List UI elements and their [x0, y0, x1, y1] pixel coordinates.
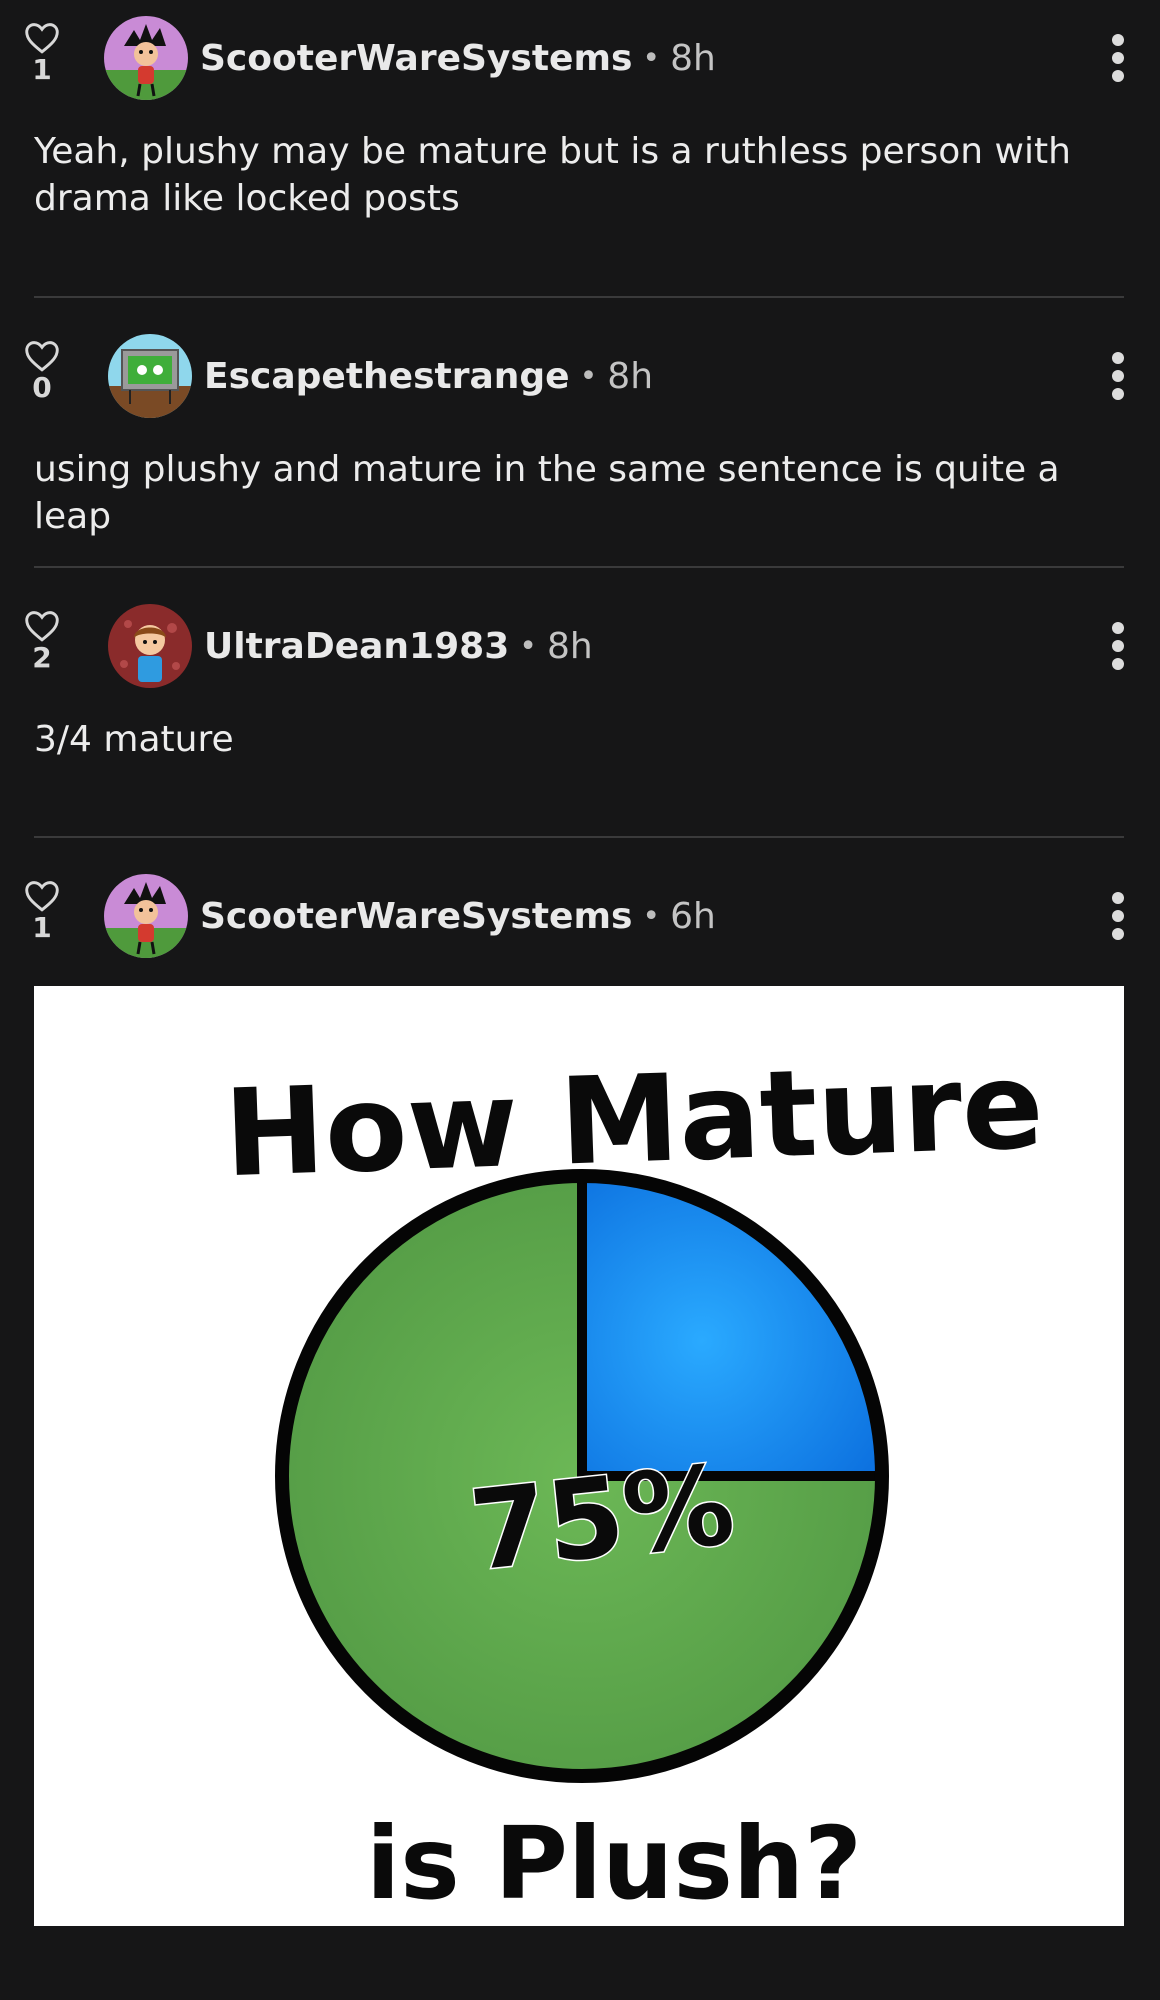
like-button[interactable]: 1 [22, 22, 62, 84]
comment-text: using plushy and mature in the same sent… [34, 449, 1060, 537]
more-options-button[interactable] [1108, 34, 1128, 88]
separator: • [642, 40, 661, 76]
like-button[interactable]: 1 [22, 880, 62, 942]
post-image[interactable]: How Mature 75% is Plush? [34, 986, 1124, 1926]
more-dot-icon [1112, 34, 1124, 46]
more-dot-icon [1112, 352, 1124, 364]
more-dot-icon [1112, 370, 1124, 382]
timestamp: 8h [607, 355, 654, 397]
brown-hair-character-avatar-icon [108, 604, 192, 688]
more-dot-icon [1112, 388, 1124, 400]
more-dot-icon [1112, 52, 1124, 64]
comment-header: ScooterWareSystems • 6h [200, 874, 716, 958]
comment-header: Escapethestrange • 8h [204, 334, 653, 418]
timestamp: 6h [670, 895, 716, 937]
heart-icon [25, 611, 59, 642]
heart-icon [25, 341, 59, 372]
like-button[interactable]: 0 [22, 340, 62, 402]
comment-text: 3/4 mature [34, 719, 234, 760]
comment-text: Yeah, plushy may be mature but is a ruth… [34, 131, 1071, 219]
more-options-button[interactable] [1108, 622, 1128, 676]
more-options-button[interactable] [1108, 892, 1128, 946]
divider [34, 566, 1124, 568]
more-dot-icon [1112, 70, 1124, 82]
purple-green-character-avatar-icon [104, 874, 188, 958]
timestamp: 8h [546, 625, 593, 667]
heart-icon [25, 881, 59, 912]
more-dot-icon [1112, 622, 1124, 634]
more-dot-icon [1112, 658, 1124, 670]
username[interactable]: ScooterWareSystems [200, 896, 632, 937]
like-button[interactable]: 2 [22, 610, 62, 672]
pie-chart: How Mature 75% is Plush? [222, 1037, 1046, 1922]
timestamp: 8h [670, 37, 716, 79]
chart-subtitle: is Plush? [366, 1805, 862, 1922]
avatar[interactable] [108, 604, 192, 688]
like-count: 1 [32, 53, 52, 86]
divider [34, 836, 1124, 838]
purple-green-character-avatar-icon [104, 16, 188, 100]
username[interactable]: UltraDean1983 [204, 626, 509, 667]
more-dot-icon [1112, 910, 1124, 922]
like-count: 1 [32, 911, 52, 944]
avatar[interactable] [104, 16, 188, 100]
divider [34, 296, 1124, 298]
more-dot-icon [1112, 892, 1124, 904]
username[interactable]: Escapethestrange [204, 356, 570, 397]
like-count: 2 [32, 641, 52, 674]
separator: • [519, 628, 537, 664]
avatar[interactable] [108, 334, 192, 418]
more-dot-icon [1112, 928, 1124, 940]
more-options-button[interactable] [1108, 352, 1128, 406]
heart-icon [25, 23, 59, 54]
avatar[interactable] [104, 874, 188, 958]
sign-board-avatar-icon [108, 334, 192, 418]
comment-header: UltraDean1983 • 8h [204, 604, 593, 688]
more-dot-icon [1112, 640, 1124, 652]
like-count: 0 [32, 371, 52, 404]
comment-header: ScooterWareSystems • 8h [200, 16, 716, 100]
center-label: 75% [465, 1441, 740, 1596]
separator: • [579, 358, 598, 394]
username[interactable]: ScooterWareSystems [200, 38, 632, 79]
separator: • [642, 898, 661, 934]
